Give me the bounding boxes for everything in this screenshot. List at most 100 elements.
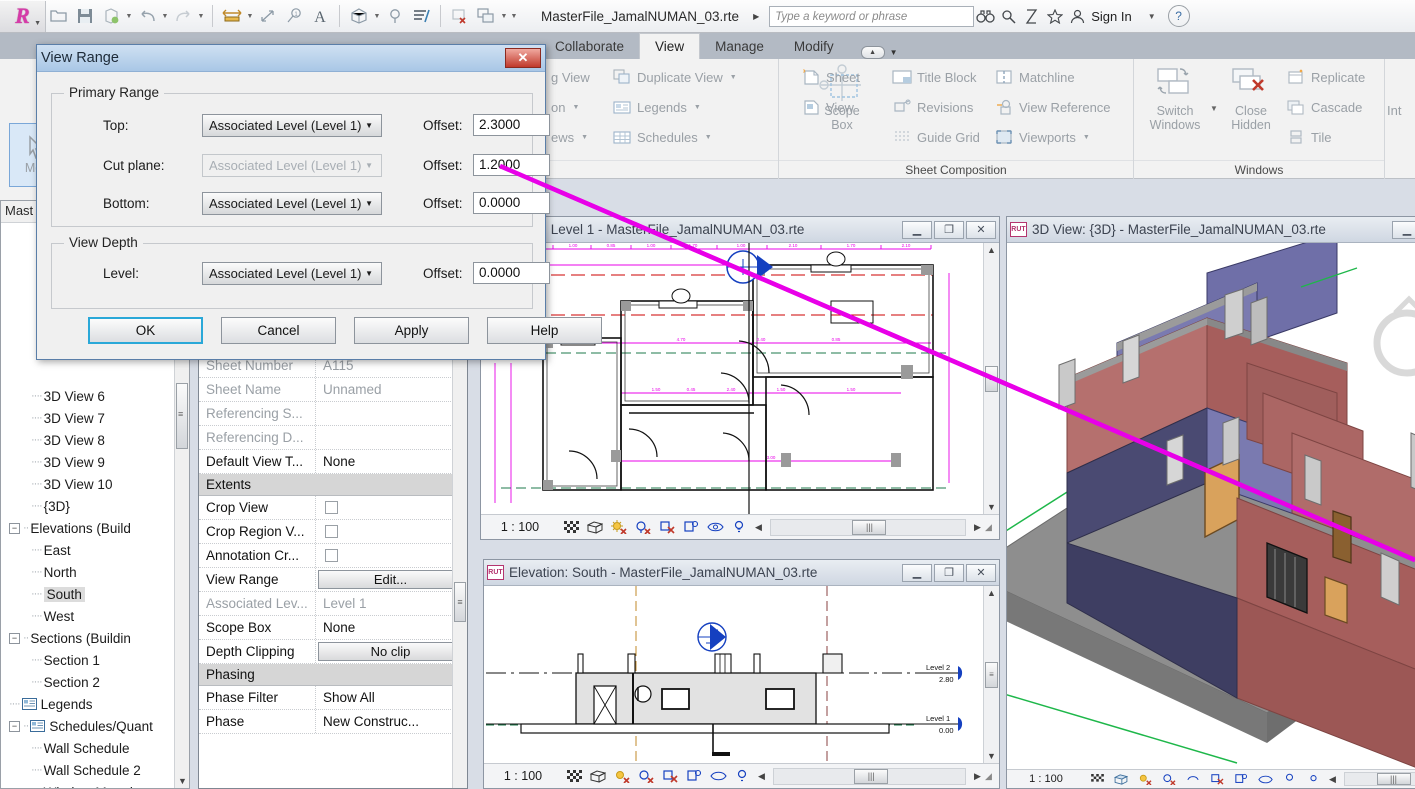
browser-item[interactable]: ···· 3D View 8 xyxy=(1,429,189,451)
render-off-icon[interactable] xyxy=(655,516,679,538)
browser-item[interactable]: ···· North xyxy=(1,561,189,583)
ribbon-item-replicate[interactable]: Replicate xyxy=(1286,62,1365,92)
view-3d-dropdown-icon[interactable]: ▼ xyxy=(372,4,382,28)
favorites-icon[interactable] xyxy=(1043,4,1066,28)
tab-collaborate[interactable]: Collaborate xyxy=(540,33,639,59)
ribbon-item-cascade[interactable]: Cascade xyxy=(1286,92,1365,122)
scroll-left-arrow-icon[interactable]: ◀ xyxy=(754,771,769,782)
scroll-right-arrow-icon[interactable]: ▶ xyxy=(970,522,985,533)
chevron-down-icon[interactable]: ▼ xyxy=(365,121,373,130)
bottom-level-combo[interactable]: Associated Level (Level 1) ▼ xyxy=(202,191,382,215)
property-row[interactable]: Scope Box None xyxy=(199,616,467,640)
scroll-left-arrow-icon[interactable]: ◀ xyxy=(751,522,766,533)
browser-item[interactable]: ···· South xyxy=(1,583,189,605)
reveal-hidden-elements-icon[interactable] xyxy=(1277,768,1301,789)
tab-modify[interactable]: Modify xyxy=(779,33,849,59)
tag-icon[interactable]: 1 xyxy=(282,4,306,28)
cut-plane-offset-input[interactable]: 1.2000 xyxy=(473,154,550,176)
scrollbar-thumb[interactable]: ||| xyxy=(852,519,887,535)
tab-view[interactable]: View xyxy=(639,33,701,59)
property-edit-button[interactable]: Edit... xyxy=(318,570,463,589)
floor-plan-canvas[interactable]: 0.85 1.00 0.85 1.00 1.70 1.00 2.10 1.70 2.10 4… xyxy=(481,243,983,514)
ribbon-item-schedules[interactable]: Schedules ▼ xyxy=(612,122,737,152)
section-icon[interactable] xyxy=(383,4,407,28)
temp-hide-isolate-icon[interactable] xyxy=(703,516,727,538)
tree-expand-toggle-icon[interactable]: − xyxy=(9,720,20,732)
elevation-horizontal-scrollbar[interactable]: ||| xyxy=(773,767,966,785)
help-button[interactable]: Help xyxy=(487,317,602,344)
scrollbar-thumb[interactable]: ||| xyxy=(1376,773,1411,785)
elevation-vertical-scrollbar[interactable]: ▲ ≡ ▼ xyxy=(983,586,999,763)
resize-grip-icon[interactable]: ◢ xyxy=(985,771,999,782)
view-3d-horizontal-scrollbar[interactable]: ||| xyxy=(1344,772,1415,786)
redo-dropdown-icon[interactable]: ▼ xyxy=(196,4,206,28)
user-icon[interactable] xyxy=(1066,4,1089,28)
floor-plan-horizontal-scrollbar[interactable]: ||| xyxy=(770,518,966,536)
scroll-up-arrow-icon[interactable]: ▲ xyxy=(987,588,996,598)
document-title-caret-icon[interactable]: ▶ xyxy=(753,12,759,21)
tree-expand-toggle-icon[interactable]: − xyxy=(9,632,20,644)
chevron-down-icon[interactable]: ▼ xyxy=(365,199,373,208)
browser-item[interactable]: ···· Section 1 xyxy=(1,649,189,671)
crop-region-icon[interactable] xyxy=(682,765,706,787)
browser-item[interactable]: ···· 3D View 10 xyxy=(1,473,189,495)
close-icon[interactable]: ✕ xyxy=(505,48,541,68)
ribbon-item-duplicate-view[interactable]: Duplicate View ▼ xyxy=(612,62,737,92)
ribbon-item-sheet[interactable]: Sheet xyxy=(801,62,860,92)
search-input[interactable]: Type a keyword or phrase xyxy=(769,5,975,27)
property-row[interactable]: Sheet Name Unnamed xyxy=(199,378,467,402)
undo-dropdown-icon[interactable]: ▼ xyxy=(160,4,170,28)
view-window-title-bar[interactable]: RUT Elevation: South - MasterFile_JamalN… xyxy=(484,560,999,586)
sign-in-dropdown-icon[interactable]: ▼ xyxy=(1148,12,1156,21)
property-checkbox[interactable] xyxy=(325,525,338,538)
view-scale[interactable]: 1 : 100 xyxy=(481,520,559,534)
property-row[interactable]: Referencing D... xyxy=(199,426,467,450)
default-3d-view-icon[interactable] xyxy=(347,4,371,28)
browser-item[interactable]: ···· Section 2 xyxy=(1,671,189,693)
ribbon-item-revisions[interactable]: Revisions xyxy=(892,92,980,122)
property-row[interactable]: View Range Edit... xyxy=(199,568,467,592)
minimize-button[interactable]: ▁ xyxy=(1392,220,1415,239)
measure-dropdown-icon[interactable]: ▼ xyxy=(245,4,255,28)
scroll-down-arrow-icon[interactable]: ▼ xyxy=(987,502,996,512)
browser-item[interactable]: − ·· Schedules/Quant xyxy=(1,715,189,737)
sketchy-lines-off-icon[interactable] xyxy=(631,516,655,538)
help-icon[interactable]: ? xyxy=(1167,5,1190,27)
close-button[interactable]: ✕ xyxy=(966,563,996,582)
browser-item[interactable]: ···· 3D View 6 xyxy=(1,385,189,407)
measure-icon[interactable] xyxy=(220,4,244,28)
property-row[interactable]: Referencing S... xyxy=(199,402,467,426)
scroll-left-arrow-icon[interactable]: ◀ xyxy=(1325,774,1340,785)
redo-icon[interactable] xyxy=(171,4,195,28)
revit-application-menu-button[interactable]: R ▼ xyxy=(0,0,46,32)
chevron-down-icon[interactable]: ▼ xyxy=(730,74,737,81)
view-scale[interactable]: 1 : 100 xyxy=(484,769,562,783)
close-button[interactable]: ✕ xyxy=(966,220,996,239)
visual-style-icon[interactable] xyxy=(1109,768,1133,789)
render-off-icon[interactable] xyxy=(1205,768,1229,789)
view-window-title-bar[interactable]: RUT 3D View: {3D} - MasterFile_JamalNUMA… xyxy=(1007,217,1415,243)
property-edit-button[interactable]: No clip xyxy=(318,642,463,661)
visual-style-icon[interactable] xyxy=(583,516,607,538)
chevron-down-icon[interactable]: ▼ xyxy=(694,104,701,111)
property-group-header[interactable]: Extents⌃ xyxy=(199,474,467,496)
browser-item[interactable]: ···· 3D View 7 xyxy=(1,407,189,429)
scrollbar-thumb[interactable]: ≡ xyxy=(985,661,998,688)
chevron-down-icon[interactable]: ▼ xyxy=(1083,134,1090,141)
scrollbar-thumb[interactable]: ≡ xyxy=(454,582,466,622)
detail-level-icon[interactable] xyxy=(562,765,586,787)
crop-region-icon[interactable] xyxy=(1229,768,1253,789)
elevation-canvas[interactable]: Level 2 2.80 Level 1 0.00 xyxy=(484,586,983,763)
ribbon-item-view-reference[interactable]: View Reference xyxy=(994,92,1111,122)
ribbon-minimize-control[interactable]: ▲ ▼ xyxy=(860,46,898,59)
browser-item[interactable]: ···· Wall Schedule xyxy=(1,737,189,759)
qat-customize-icon[interactable]: ▼ xyxy=(509,4,519,28)
top-offset-input[interactable]: 2.3000 xyxy=(473,114,550,136)
minimize-button[interactable]: ▁ xyxy=(902,563,932,582)
depth-level-combo[interactable]: Associated Level (Level 1) ▼ xyxy=(202,261,382,285)
scroll-down-arrow-icon[interactable]: ▼ xyxy=(178,776,187,786)
property-row[interactable]: Phase Filter Show All xyxy=(199,686,467,710)
chevron-up-icon[interactable]: ▲ xyxy=(860,46,885,59)
sign-in-button[interactable]: Sign In xyxy=(1091,9,1131,24)
property-checkbox[interactable] xyxy=(325,549,338,562)
